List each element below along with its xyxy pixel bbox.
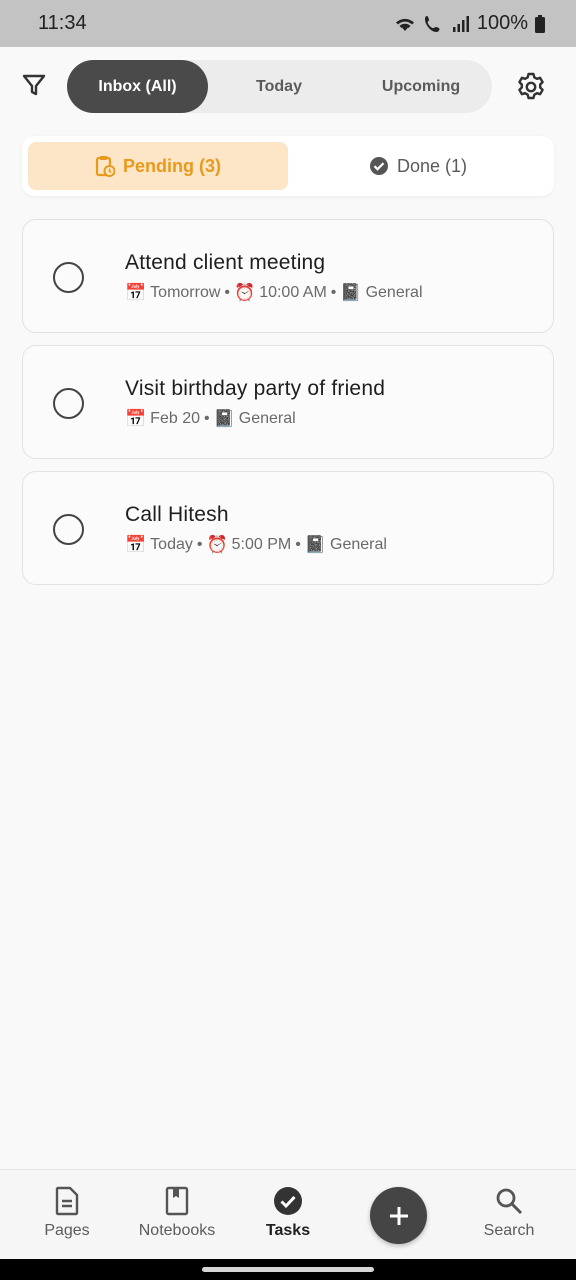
task-notebook: General [365, 284, 423, 301]
task-card[interactable]: Call Hitesh 📅 Today • ⏰ 5:00 PM • 📓 Gene… [22, 471, 554, 585]
task-checkbox[interactable] [53, 262, 84, 293]
search-icon [496, 1188, 523, 1215]
wifi-icon [395, 18, 414, 31]
task-time: 10:00 AM [259, 284, 327, 301]
nav-label: Pages [44, 1222, 90, 1239]
home-indicator[interactable] [202, 1267, 374, 1272]
notebook-icon [165, 1186, 189, 1216]
status-icons: 100% [393, 12, 546, 35]
plus-icon [389, 1206, 408, 1225]
separator: • [196, 536, 203, 553]
task-title: Visit birthday party of friend [125, 377, 386, 400]
nav-label: Notebooks [138, 1222, 216, 1239]
check-circle-icon [369, 157, 388, 175]
nav-label: Tasks [265, 1222, 311, 1239]
tab-done[interactable]: Done (1) [288, 142, 548, 190]
nav-tasks[interactable]: Tasks [233, 1170, 343, 1260]
separator: • [203, 410, 210, 427]
signal-icon [452, 15, 469, 32]
task-date: Tomorrow [150, 284, 221, 301]
done-label: Done (1) [396, 155, 468, 176]
task-date: Today [150, 536, 193, 553]
separator: • [224, 284, 231, 301]
task-meta: 📅 Today • ⏰ 5:00 PM • 📓 General [125, 535, 387, 555]
task-meta: 📅 Tomorrow • ⏰ 10:00 AM • 📓 General [125, 283, 423, 303]
filter-icon[interactable] [20, 71, 48, 99]
pending-label: Pending (3) [123, 155, 221, 176]
status-tabs: Pending (3) Done (1) [22, 136, 554, 196]
notebook-icon: 📓 [213, 409, 235, 428]
calendar-icon: 📅 [125, 283, 147, 302]
tab-pending[interactable]: Pending (3) [28, 142, 288, 190]
task-title: Call Hitesh [125, 503, 229, 526]
nav-notebooks[interactable]: Notebooks [122, 1170, 232, 1260]
task-date: Feb 20 [150, 410, 200, 427]
battery-text: 100% [476, 12, 528, 34]
home-indicator-bar [0, 1259, 576, 1280]
task-title: Attend client meeting [125, 251, 326, 274]
call-icon [424, 15, 440, 32]
view-tabs: Inbox (All) Today Upcoming [67, 60, 492, 113]
page-icon [55, 1186, 79, 1216]
nav-search[interactable]: Search [454, 1170, 564, 1260]
notebook-icon: 📓 [304, 535, 327, 554]
tab-inbox[interactable]: Inbox (All) [67, 60, 208, 113]
top-bar: Inbox (All) Today Upcoming [0, 47, 576, 127]
task-notebook: General [238, 410, 296, 427]
nav-label: Search [483, 1222, 535, 1239]
tab-upcoming[interactable]: Upcoming [350, 60, 492, 113]
task-checkbox[interactable] [53, 388, 84, 419]
status-time: 11:34 [38, 12, 87, 34]
alarm-clock-icon: ⏰ [234, 283, 256, 302]
nav-pages[interactable]: Pages [12, 1170, 122, 1260]
task-card[interactable]: Visit birthday party of friend 📅 Feb 20 … [22, 345, 554, 459]
bottom-nav: Pages Notebooks Tasks Search [0, 1169, 576, 1259]
tab-today[interactable]: Today [208, 60, 350, 113]
task-notebook: General [330, 536, 387, 553]
add-task-button[interactable] [370, 1187, 427, 1244]
gear-icon[interactable] [515, 71, 547, 103]
separator: • [330, 284, 337, 301]
task-checkbox[interactable] [53, 514, 84, 545]
task-meta: 📅 Feb 20 • 📓 General [125, 409, 296, 429]
task-time: 5:00 PM [231, 536, 292, 553]
battery-icon [535, 14, 545, 33]
notebook-icon: 📓 [340, 283, 362, 302]
task-card[interactable]: Attend client meeting 📅 Tomorrow • ⏰ 10:… [22, 219, 554, 333]
status-bar: 11:34 100% [0, 0, 576, 47]
alarm-clock-icon: ⏰ [206, 535, 228, 554]
clipboard-clock-icon [95, 156, 115, 177]
separator: • [295, 536, 301, 553]
calendar-icon: 📅 [125, 409, 147, 428]
calendar-icon: 📅 [125, 535, 147, 554]
check-circle-icon [274, 1187, 302, 1215]
